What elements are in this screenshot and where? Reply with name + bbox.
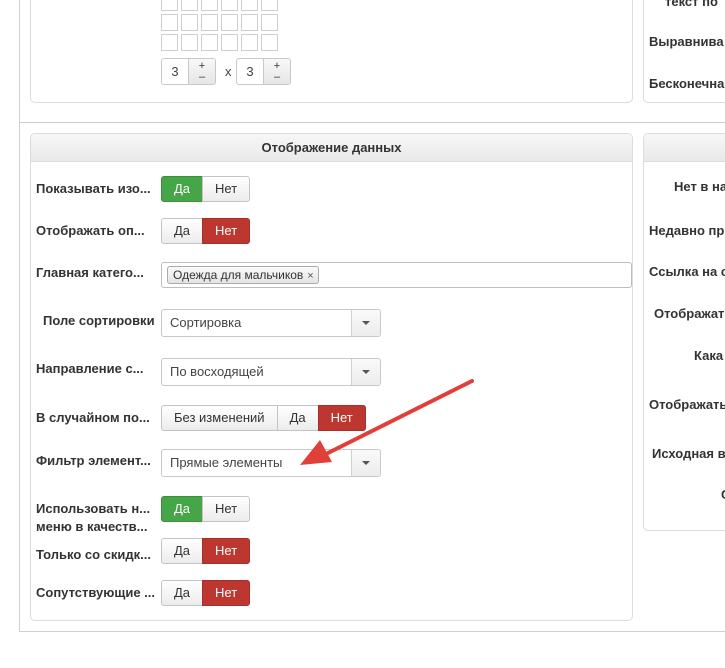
annotation-arrow-icon — [300, 379, 474, 465]
